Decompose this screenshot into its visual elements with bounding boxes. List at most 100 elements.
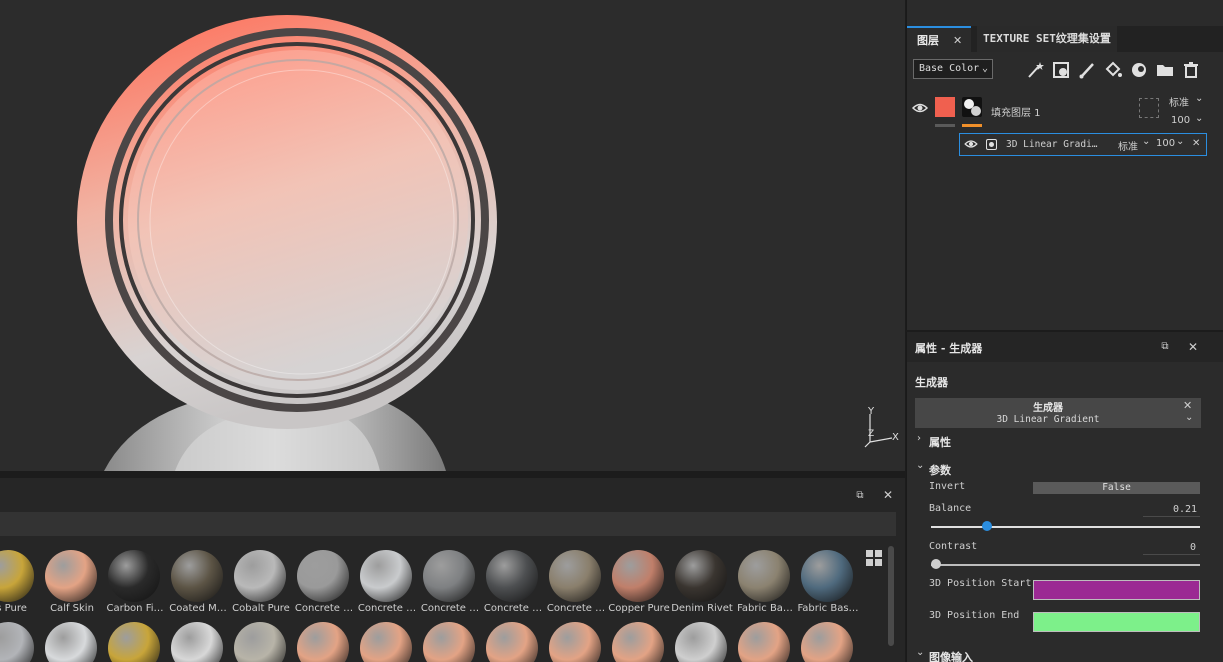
material-item[interactable]: Denim Rivet bbox=[671, 542, 733, 614]
material-item[interactable]: Fabric Bas… bbox=[797, 542, 859, 614]
material-item[interactable]: ss Pure bbox=[0, 542, 38, 614]
chevron-down-icon[interactable]: ⌄ bbox=[1185, 412, 1193, 423]
smart-material-icon[interactable] bbox=[1129, 60, 1149, 80]
preview-sphere-inner bbox=[128, 50, 468, 390]
material-item[interactable] bbox=[545, 614, 605, 662]
layer-opacity[interactable]: 100 bbox=[1171, 115, 1190, 126]
balance-slider-knob[interactable] bbox=[982, 521, 993, 531]
material-item[interactable]: Concrete … bbox=[293, 542, 353, 614]
shelf-search-bar[interactable] bbox=[0, 512, 896, 536]
material-item[interactable] bbox=[293, 614, 353, 662]
chevron-down-icon[interactable]: ⌄ bbox=[1176, 136, 1184, 147]
position-end-swatch[interactable] bbox=[1033, 612, 1200, 632]
material-preview-ball bbox=[108, 550, 160, 602]
close-tab-icon[interactable]: ✕ bbox=[953, 28, 962, 54]
chevron-down-icon[interactable]: ⌄ bbox=[1195, 113, 1203, 124]
properties-title: 属性 - 生成器 bbox=[915, 342, 983, 355]
brush-icon[interactable] bbox=[1077, 60, 1097, 80]
chevron-down-icon[interactable]: ⌄ bbox=[1142, 136, 1150, 147]
material-label: Concrete … bbox=[546, 603, 606, 614]
layers-panel: 图层 ✕ TEXTURE SET纹理集设置 Base Color ⌄ 填充图层 … bbox=[906, 0, 1223, 330]
eye-icon[interactable] bbox=[912, 102, 928, 114]
material-item[interactable] bbox=[230, 614, 290, 662]
chevron-down-icon[interactable]: ⌄ bbox=[916, 647, 924, 658]
material-item[interactable] bbox=[167, 614, 227, 662]
tab-texture-set[interactable]: TEXTURE SET纹理集设置 bbox=[977, 26, 1117, 52]
sublayer-opacity[interactable]: 100 bbox=[1156, 138, 1175, 149]
material-item[interactable]: Concrete … bbox=[356, 542, 416, 614]
group-attributes-label[interactable]: 属性 bbox=[929, 434, 951, 450]
invert-label: Invert bbox=[929, 481, 966, 492]
properties-header: 属性 - 生成器 ⧉ ✕ bbox=[907, 332, 1223, 362]
material-item[interactable]: Concrete … bbox=[545, 542, 605, 614]
generator-box-value: 3D Linear Gradient bbox=[996, 414, 1100, 425]
material-preview-ball bbox=[549, 622, 601, 662]
material-item[interactable] bbox=[419, 614, 479, 662]
chevron-right-icon[interactable]: › bbox=[917, 433, 921, 444]
material-item[interactable] bbox=[0, 614, 38, 662]
close-icon[interactable]: ✕ bbox=[880, 487, 896, 503]
material-label: Fabric Ba… bbox=[737, 603, 793, 614]
grid-view-icon[interactable] bbox=[866, 550, 882, 566]
material-item[interactable] bbox=[356, 614, 416, 662]
chevron-down-icon[interactable]: ⌄ bbox=[1195, 93, 1203, 104]
material-item[interactable] bbox=[608, 614, 668, 662]
generator-selector[interactable]: 生成器 3D Linear Gradient ✕ ⌄ bbox=[915, 398, 1201, 428]
sublayer-blend-mode[interactable]: 标准 bbox=[1118, 138, 1138, 153]
close-icon[interactable]: ✕ bbox=[1183, 399, 1192, 412]
group-image-input-label[interactable]: 图像输入 bbox=[929, 649, 973, 662]
material-item[interactable]: Calf Skin bbox=[41, 542, 101, 614]
contrast-slider-knob[interactable] bbox=[931, 559, 941, 569]
balance-value[interactable]: 0.21 bbox=[1173, 504, 1197, 515]
material-item[interactable]: Carbon Fi… bbox=[104, 542, 164, 614]
material-item[interactable]: Concrete … bbox=[419, 542, 479, 614]
material-item[interactable] bbox=[797, 614, 857, 662]
tab-layers-label: 图层 bbox=[917, 34, 939, 47]
invert-toggle[interactable]: False bbox=[1033, 482, 1200, 494]
eye-icon[interactable] bbox=[964, 139, 978, 149]
contrast-value[interactable]: 0 bbox=[1190, 542, 1196, 553]
material-grid: ss Pure Calf Skin Carbon Fi… Coated M… Cobal… bbox=[0, 542, 860, 662]
contrast-slider-track[interactable] bbox=[931, 564, 1200, 566]
material-preview-ball bbox=[0, 622, 34, 662]
maximize-icon[interactable]: ⧉ bbox=[1157, 339, 1173, 355]
layer-row-fill[interactable]: 填充图层 1 标准 ⌄ 100 ⌄ bbox=[907, 90, 1223, 132]
maximize-icon[interactable]: ⧉ bbox=[852, 488, 868, 504]
material-item[interactable]: Fabric Ba… bbox=[734, 542, 794, 614]
balance-slider-track[interactable] bbox=[931, 526, 1200, 528]
fill-bucket-icon[interactable] bbox=[1103, 60, 1123, 80]
group-params-label[interactable]: 参数 bbox=[929, 462, 951, 478]
tab-layers[interactable]: 图层 ✕ bbox=[907, 26, 971, 52]
material-item[interactable] bbox=[734, 614, 794, 662]
material-label: Copper Pure bbox=[608, 603, 670, 614]
material-preview-ball bbox=[423, 622, 475, 662]
material-preview-ball bbox=[297, 622, 349, 662]
chevron-down-icon[interactable]: ⌄ bbox=[916, 460, 924, 471]
contrast-label: Contrast bbox=[929, 541, 978, 552]
material-item[interactable]: Coated M… bbox=[167, 542, 227, 614]
material-item[interactable]: Concrete … bbox=[482, 542, 542, 614]
material-item[interactable]: Copper Pure bbox=[608, 542, 670, 614]
material-item[interactable]: Cobalt Pure bbox=[230, 542, 290, 614]
material-item[interactable] bbox=[671, 614, 731, 662]
material-preview-ball bbox=[45, 622, 97, 662]
material-preview-ball bbox=[612, 622, 664, 662]
shelf-scrollbar[interactable] bbox=[888, 546, 894, 646]
material-item[interactable] bbox=[104, 614, 164, 662]
layer-mask-thumbnail bbox=[962, 97, 982, 117]
sublayer-row-gradient[interactable]: 3D Linear Gradi… 标准 ⌄ 100 ⌄ ✕ bbox=[959, 133, 1207, 156]
3d-viewport[interactable]: Y X Z bbox=[0, 0, 905, 471]
magic-wand-icon[interactable] bbox=[1025, 60, 1045, 80]
close-icon[interactable]: ✕ bbox=[1192, 138, 1200, 149]
material-item[interactable] bbox=[41, 614, 101, 662]
folder-icon[interactable] bbox=[1155, 60, 1175, 80]
position-start-swatch[interactable] bbox=[1033, 580, 1200, 600]
trash-icon[interactable] bbox=[1181, 60, 1201, 80]
layer-selection-box bbox=[1139, 98, 1159, 118]
material-preview-ball bbox=[801, 550, 853, 602]
close-icon[interactable]: ✕ bbox=[1185, 339, 1201, 355]
layer-blend-mode[interactable]: 标准 bbox=[1169, 94, 1189, 109]
channel-select[interactable]: Base Color ⌄ bbox=[913, 59, 993, 79]
material-item[interactable] bbox=[482, 614, 542, 662]
add-mask-icon[interactable] bbox=[1051, 60, 1071, 80]
